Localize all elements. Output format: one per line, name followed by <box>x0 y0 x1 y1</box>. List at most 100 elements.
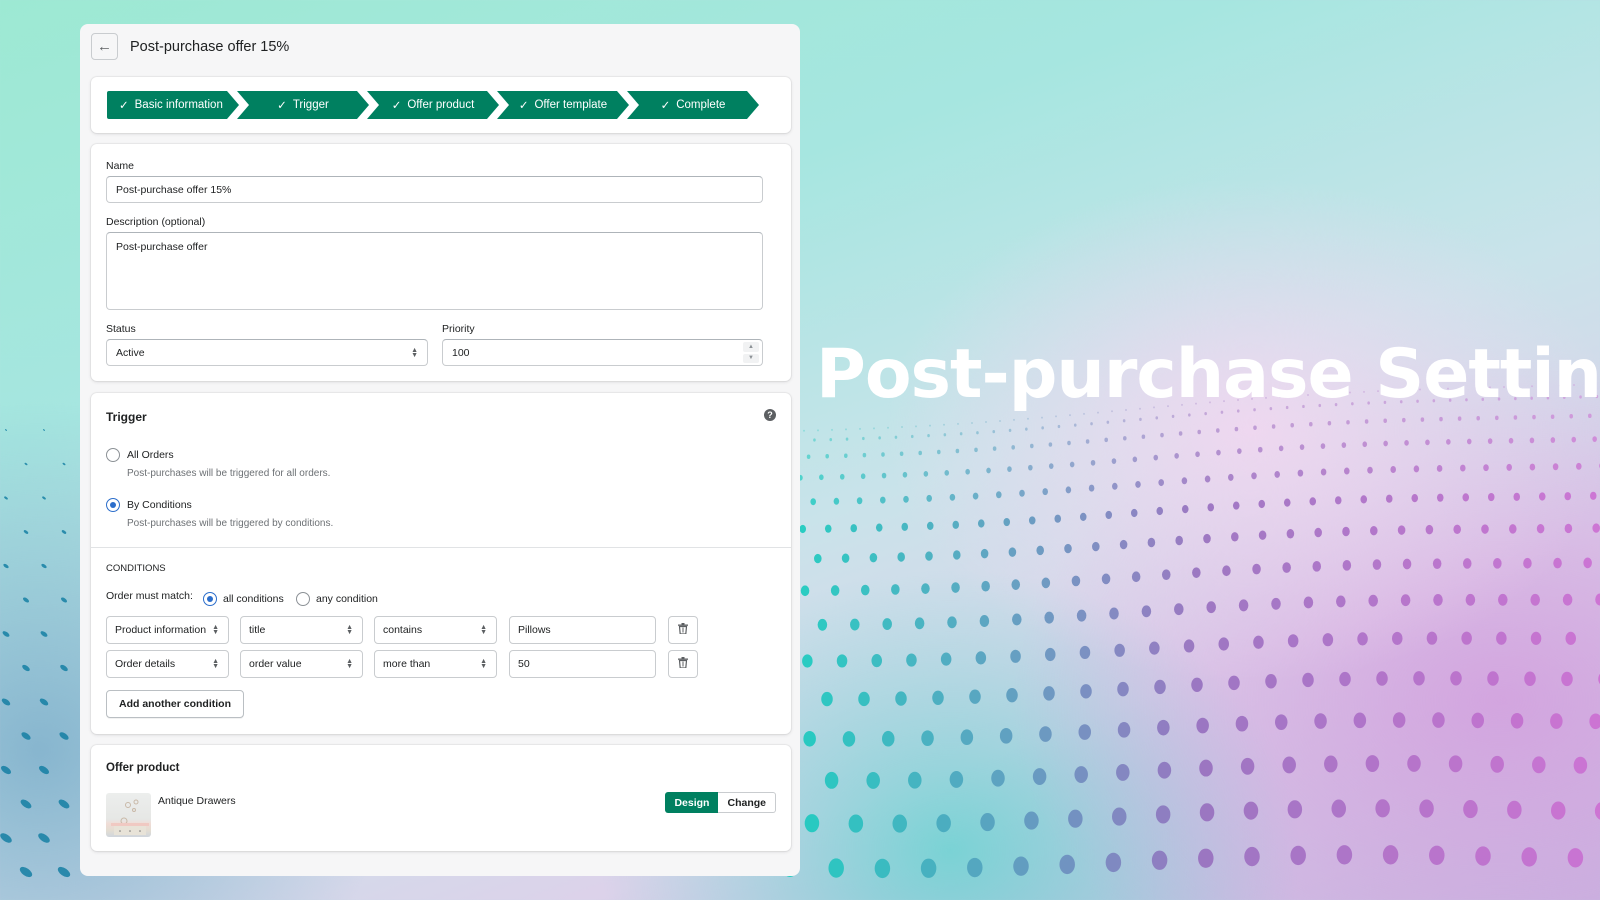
background-dot <box>1331 799 1346 818</box>
background-dot <box>1154 679 1166 695</box>
background-dot <box>1465 593 1476 606</box>
background-dot <box>1457 416 1462 421</box>
change-button[interactable]: Change <box>718 792 776 813</box>
background-dot <box>1043 686 1055 701</box>
decrement-icon[interactable]: ▼ <box>743 353 759 363</box>
select-arrows-icon: ▲ ▼ <box>346 624 353 636</box>
condition-field-select[interactable]: title ▲ ▼ <box>240 616 363 644</box>
background-dot <box>949 770 964 788</box>
background-dot <box>1238 599 1249 612</box>
priority-input[interactable]: 100 ▲ ▼ <box>442 339 763 366</box>
radio-all-orders[interactable] <box>106 448 120 462</box>
background-dot <box>1253 635 1264 649</box>
background-dot <box>830 585 840 596</box>
trigger-option-all-orders[interactable]: All Orders <box>106 448 174 462</box>
delete-condition-button[interactable] <box>668 650 698 678</box>
match-label: Order must match: <box>106 590 193 602</box>
background-dot <box>1413 465 1420 473</box>
design-button[interactable]: Design <box>665 792 719 813</box>
condition-value-input[interactable]: 50 <box>509 650 656 678</box>
add-condition-button[interactable]: Add another condition <box>106 690 244 718</box>
background-dot <box>850 618 860 631</box>
description-textarea[interactable]: Post-purchase offer <box>106 232 763 310</box>
step-offer-product[interactable]: ✓ Offer product <box>367 91 499 119</box>
background-dot <box>1368 594 1378 607</box>
trigger-option-by-conditions[interactable]: By Conditions <box>106 498 192 512</box>
background-dot <box>1562 593 1573 606</box>
background-dot <box>802 654 813 668</box>
condition-category-select[interactable]: Product information ▲ ▼ <box>106 616 229 644</box>
increment-icon[interactable]: ▲ <box>743 342 759 352</box>
condition-field-select[interactable]: order value ▲ ▼ <box>240 650 363 678</box>
status-select[interactable]: Active ▲ ▼ <box>106 339 428 366</box>
background-dot <box>1025 427 1028 431</box>
priority-stepper[interactable]: ▲ ▼ <box>743 342 759 363</box>
background-dot <box>1524 671 1536 686</box>
condition-operator-select[interactable]: more than ▲ ▼ <box>374 650 497 678</box>
background-dot <box>1592 523 1600 533</box>
background-dot <box>845 428 847 431</box>
background-dot <box>1065 486 1072 494</box>
background-dot <box>1157 719 1170 736</box>
description-value: Post-purchase offer <box>116 241 208 253</box>
radio-label: all conditions <box>223 593 284 605</box>
background-dot <box>1028 516 1036 525</box>
background-dot <box>1155 805 1171 824</box>
radio-by-conditions[interactable] <box>106 498 120 512</box>
background-dot <box>22 597 30 603</box>
step-complete[interactable]: ✓ Complete <box>627 91 759 119</box>
condition-category-select[interactable]: Order details ▲ ▼ <box>106 650 229 678</box>
condition-operator-select[interactable]: contains ▲ ▼ <box>374 616 497 644</box>
background-dot <box>1252 563 1261 575</box>
background-dot <box>1532 756 1546 774</box>
delete-condition-button[interactable] <box>668 616 698 644</box>
background-dot <box>1320 468 1327 476</box>
name-input[interactable]: Post-purchase offer 15% <box>106 176 763 203</box>
background-dot <box>1496 631 1507 645</box>
background-dot <box>1191 677 1203 693</box>
background-dot <box>1111 458 1117 464</box>
background-dot <box>4 496 8 500</box>
background-dot <box>1303 596 1314 609</box>
step-basic-information[interactable]: ✓ Basic information <box>107 91 239 119</box>
check-icon: ✓ <box>518 100 529 112</box>
background-dot <box>1448 755 1463 773</box>
by-conditions-help: Post-purchases will be triggered by cond… <box>127 518 334 529</box>
radio-label: By Conditions <box>127 499 192 511</box>
background-dot <box>1007 466 1012 473</box>
background-dot <box>937 449 941 455</box>
background-dot <box>1446 439 1451 445</box>
background-dot <box>1385 494 1393 503</box>
background-dot <box>881 472 887 479</box>
background-dot <box>1583 557 1592 569</box>
condition-value-input[interactable]: Pillows <box>509 616 656 644</box>
background-dot <box>817 618 828 631</box>
background-dot <box>1402 558 1412 570</box>
step-offer-template[interactable]: ✓ Offer template <box>497 91 629 119</box>
background-dot <box>1342 526 1350 537</box>
background-dot <box>1048 442 1053 447</box>
match-all-conditions[interactable]: all conditions <box>203 592 284 606</box>
background-dot <box>817 429 819 432</box>
background-dot <box>1135 480 1141 488</box>
question-circle-icon[interactable]: ? <box>764 409 776 421</box>
background-dot <box>1216 428 1220 433</box>
step-trigger[interactable]: ✓ Trigger <box>237 91 369 119</box>
background-dot <box>875 523 883 532</box>
background-dot <box>824 771 839 789</box>
background-dot <box>1132 456 1138 463</box>
background-dot <box>1044 647 1056 662</box>
background-dot <box>1461 631 1472 645</box>
background-dot <box>1092 541 1100 552</box>
select-arrows-icon: ▲ ▼ <box>480 624 487 636</box>
background-dot <box>1003 517 1011 527</box>
background-dot <box>1362 441 1368 448</box>
background-dot <box>1274 470 1280 478</box>
radio-all-conditions[interactable] <box>203 592 217 606</box>
back-button[interactable]: ← <box>91 33 118 60</box>
priority-value: 100 <box>452 346 470 359</box>
background-dot <box>1567 848 1584 868</box>
check-icon: ✓ <box>119 100 129 112</box>
radio-any-condition[interactable] <box>296 592 310 606</box>
match-any-condition[interactable]: any condition <box>296 592 378 606</box>
